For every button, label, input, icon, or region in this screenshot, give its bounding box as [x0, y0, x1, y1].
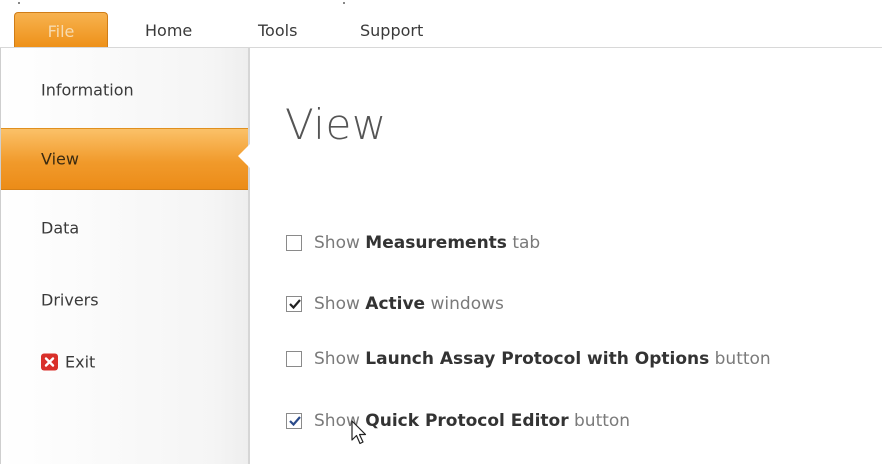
tab-file[interactable]: File: [14, 12, 108, 47]
option-bold: Active: [365, 294, 426, 314]
view-panel: View Show Measurements tab Show Active w…: [250, 48, 882, 464]
checkbox-unchecked[interactable]: [286, 351, 302, 367]
option-label: Show Measurements tab: [314, 232, 540, 254]
checkmark-icon: [289, 299, 301, 310]
speck: [343, 2, 345, 4]
exit-icon: [41, 353, 58, 371]
checkbox-checked[interactable]: [286, 296, 302, 312]
option-prefix: Show: [314, 294, 366, 314]
option-bold: Quick Protocol Editor: [365, 411, 569, 431]
sidebar-item-drivers[interactable]: Drivers: [1, 270, 250, 330]
option-prefix: Show: [314, 349, 366, 369]
tab-home[interactable]: Home: [145, 16, 192, 46]
tab-support[interactable]: Support: [360, 16, 423, 46]
sidebar-item-label: Exit: [65, 352, 96, 372]
option-label: Show Launch Assay Protocol with Options …: [314, 348, 771, 370]
option-bold: Measurements: [365, 233, 507, 253]
option-suffix: button: [568, 411, 631, 431]
checkmark-icon: [289, 416, 301, 427]
checkbox-unchecked[interactable]: [286, 235, 302, 251]
option-suffix: button: [709, 349, 771, 369]
tab-tools[interactable]: Tools: [258, 16, 297, 46]
speck: [18, 2, 20, 4]
option-prefix: Show: [314, 233, 366, 253]
sidebar-item-label: Data: [41, 218, 80, 238]
sidebar-item-label: View: [41, 149, 79, 169]
option-bold: Launch Assay Protocol with Options: [365, 349, 710, 369]
page-title: View: [285, 100, 387, 149]
sidebar-item-label: Drivers: [41, 290, 99, 310]
sidebar-item-label: Information: [41, 80, 134, 100]
backstage-sidebar: Information View Data Drivers Exit: [0, 48, 250, 464]
selection-pointer: [238, 144, 250, 168]
sidebar-item-information[interactable]: Information: [1, 68, 250, 128]
ribbon-tab-strip: File Home Tools Support: [0, 0, 882, 48]
option-label: Show Active windows: [314, 293, 504, 315]
sidebar-item-view[interactable]: View: [1, 128, 250, 190]
sidebar-item-data[interactable]: Data: [1, 198, 250, 258]
sidebar-item-exit[interactable]: Exit: [1, 332, 250, 392]
checkbox-checked[interactable]: [286, 413, 302, 429]
option-suffix: windows: [425, 294, 504, 314]
option-suffix: tab: [506, 233, 541, 253]
mouse-cursor-icon: [351, 420, 367, 445]
